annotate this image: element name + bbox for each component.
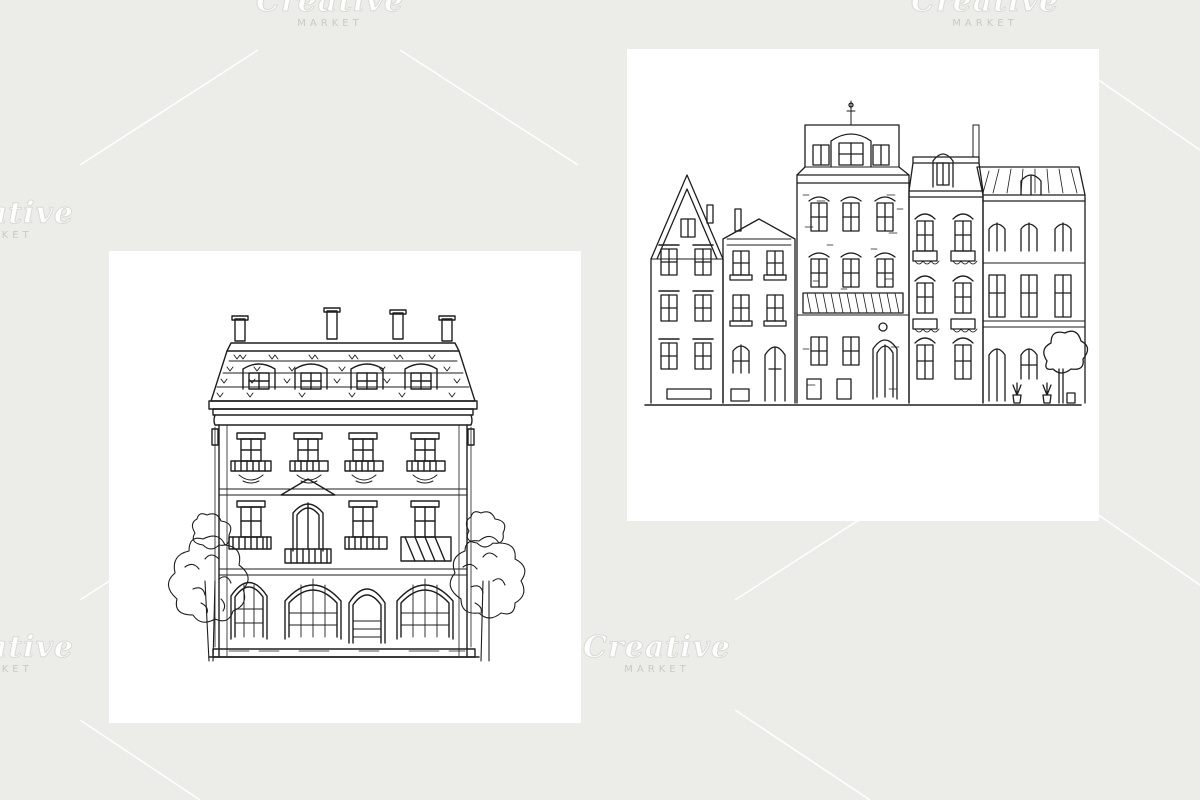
single-townhouse-drawing	[167, 307, 526, 662]
row-of-townhouses-drawing	[644, 100, 1089, 406]
illustration-card-single-house	[109, 251, 581, 723]
illustration-card-row-houses	[627, 49, 1099, 521]
